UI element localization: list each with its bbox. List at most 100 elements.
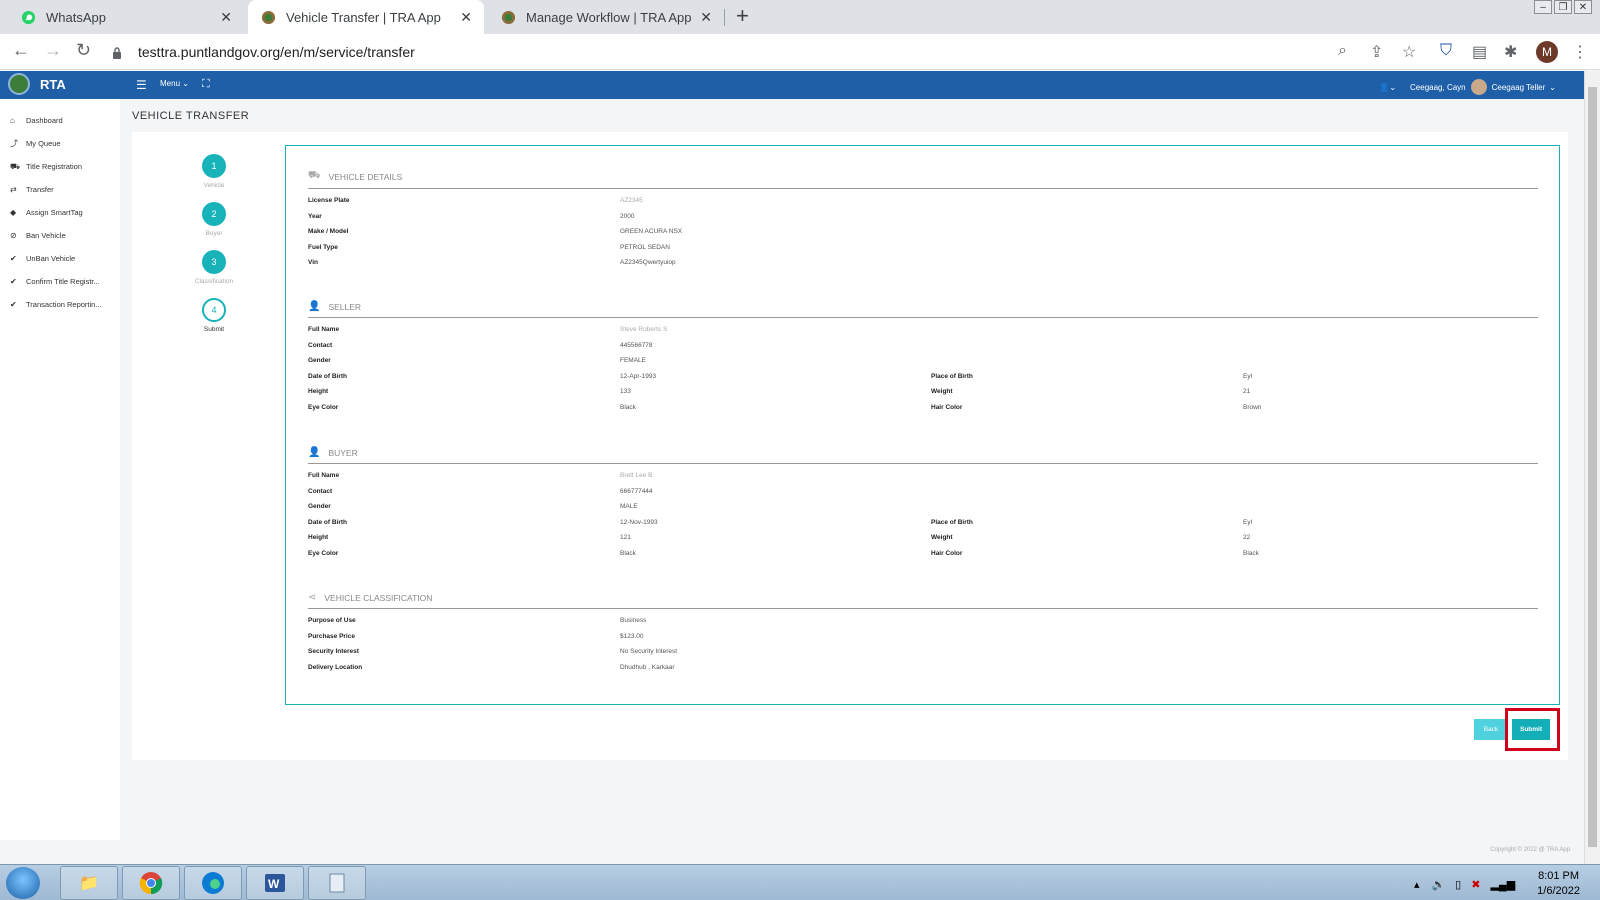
- step-label: Classification: [194, 278, 234, 285]
- detail-label: Height: [308, 534, 329, 541]
- scrollbar-thumb[interactable]: [1588, 87, 1597, 847]
- puzzle-extensions-icon[interactable]: ✱: [1504, 42, 1517, 62]
- battery-icon[interactable]: ▯: [1455, 878, 1461, 891]
- close-window-icon[interactable]: ✕: [1574, 0, 1592, 14]
- sidebar-item-label: Ban Vehicle: [26, 231, 66, 240]
- detail-label: Delivery Location: [308, 663, 363, 671]
- close-icon[interactable]: ✕: [220, 9, 232, 26]
- detail-row: Vin AZ2345Qwertyuiop: [308, 259, 1538, 275]
- step-buyer[interactable]: 2 Buyer: [184, 202, 244, 237]
- detail-label: Hair Color: [931, 549, 963, 557]
- volume-icon[interactable]: 🔊: [1431, 878, 1445, 891]
- scrollbar[interactable]: [1584, 71, 1600, 864]
- tab-title: Manage Workflow | TRA App: [526, 9, 692, 25]
- detail-value: Dhudhub , Karkaar: [620, 663, 675, 671]
- detail-value: Brown: [1243, 403, 1262, 411]
- network-error-icon[interactable]: ✖: [1471, 878, 1480, 891]
- sidebar-item-ban-vehicle[interactable]: ⊘ Ban Vehicle: [0, 224, 120, 247]
- tab-manage-workflow[interactable]: Manage Workflow | TRA App ✕: [488, 0, 724, 34]
- detail-row: Full Name Steve Roberts S: [308, 326, 1538, 342]
- detail-label: Place of Birth: [931, 518, 973, 526]
- restore-icon[interactable]: ❐: [1554, 0, 1572, 14]
- minimize-icon[interactable]: –: [1534, 0, 1552, 14]
- detail-row: Security Interest No Security Interest: [308, 648, 1538, 664]
- tab-whatsapp[interactable]: WhatsApp ✕: [8, 0, 244, 34]
- step-submit[interactable]: 4 Submit: [184, 298, 244, 333]
- detail-label: Weight: [931, 534, 953, 541]
- step-classification[interactable]: 3 Classification: [184, 250, 244, 285]
- forward-arrow-icon[interactable]: →: [44, 40, 62, 61]
- detail-label: Full Name: [308, 472, 340, 479]
- sidebar-item-label: My Queue: [26, 139, 61, 148]
- share-icon[interactable]: ⇪: [1370, 42, 1383, 62]
- detail-value: Black: [620, 403, 636, 411]
- detail-value: Eyl: [1243, 518, 1253, 526]
- sidebar-item-unban-vehicle[interactable]: ✔ UnBan Vehicle: [0, 247, 120, 270]
- sidebar-item-confirm-title[interactable]: ✔ Confirm Title Registr...: [0, 270, 120, 293]
- reload-icon[interactable]: ↻: [76, 40, 91, 61]
- detail-value: 2000: [620, 212, 635, 220]
- word-icon[interactable]: W: [246, 866, 304, 900]
- detail-label: Gender: [308, 503, 331, 510]
- step-vehicle[interactable]: 1 Vehicle: [184, 154, 244, 189]
- chevron-up-icon[interactable]: ▴: [1414, 878, 1420, 891]
- vehicle-classification-section: ⋖ VEHICLE CLASSIFICATION Purpose of Use B…: [308, 592, 1538, 679]
- kebab-menu-icon[interactable]: ⋮: [1572, 42, 1588, 62]
- detail-label: Contact: [308, 341, 333, 349]
- hamburger-icon[interactable]: ☰: [136, 78, 147, 92]
- detail-label: Height: [308, 388, 329, 395]
- brand[interactable]: RTA: [8, 73, 66, 95]
- signal-icon[interactable]: ▂▄▆: [1490, 878, 1515, 891]
- check-icon: ✔: [10, 254, 17, 263]
- detail-label: Make / Model: [308, 228, 349, 235]
- detail-value: Steve Roberts S: [620, 326, 668, 333]
- section-title: VEHICLE DETAILS: [328, 171, 403, 182]
- detail-label: Eye Color: [308, 549, 339, 557]
- review-panel: ⛟ VEHICLE DETAILS License Plate AZ2345 Ye…: [285, 145, 1560, 705]
- file-explorer-icon[interactable]: 📁: [60, 866, 118, 900]
- detail-value: 445566778: [620, 341, 653, 349]
- fullscreen-icon[interactable]: ⛶: [202, 78, 210, 91]
- avatar[interactable]: [1470, 79, 1487, 95]
- notepad-icon[interactable]: [308, 866, 366, 900]
- detail-row: Eye Color Black Hair Color Black: [308, 550, 1538, 566]
- sidebar-item-transaction-reporting[interactable]: ✔ Transaction Reportin...: [0, 293, 120, 316]
- close-icon[interactable]: ✕: [700, 9, 712, 26]
- tra-logo-icon: [260, 9, 276, 25]
- close-icon[interactable]: ✕: [460, 9, 472, 26]
- new-tab-icon[interactable]: +: [736, 5, 749, 27]
- user-icon[interactable]: 👤⌄: [1379, 83, 1396, 92]
- detail-value: 666777444: [620, 487, 653, 495]
- start-button-icon[interactable]: [6, 867, 40, 899]
- sidebar-item-my-queue[interactable]: ⤴ My Queue: [0, 132, 120, 155]
- profile-avatar[interactable]: M: [1536, 41, 1558, 63]
- bookmark-star-icon[interactable]: ☆: [1402, 42, 1416, 62]
- detail-label: Place of Birth: [931, 372, 973, 380]
- menu-dropdown[interactable]: Menu ⌄: [160, 79, 189, 88]
- detail-row: Delivery Location Dhudhub , Karkaar: [308, 664, 1538, 680]
- detail-label: Date of Birth: [308, 372, 347, 380]
- edge-icon[interactable]: [184, 866, 242, 900]
- url-text: testtra.puntlandgov.org/en/m/service/tra…: [138, 44, 415, 60]
- chevron-down-icon[interactable]: ⌄: [1549, 83, 1556, 92]
- address-bar[interactable]: testtra.puntlandgov.org/en/m/service/tra…: [112, 38, 1392, 66]
- chrome-icon[interactable]: [122, 866, 180, 900]
- step-number: 1: [202, 154, 226, 178]
- zoom-icon[interactable]: ⌕: [1338, 42, 1347, 60]
- user-short-name[interactable]: Ceegaag, Cayn: [1410, 83, 1466, 92]
- back-arrow-icon[interactable]: ←: [12, 40, 30, 61]
- copyright-text: Copyright © 2022 @ TRA App: [1490, 847, 1570, 853]
- tab-vehicle-transfer[interactable]: Vehicle Transfer | TRA App ✕: [248, 0, 484, 34]
- ban-icon: ⊘: [10, 231, 17, 240]
- clock[interactable]: 8:01 PM 1/6/2022: [1537, 869, 1580, 899]
- back-button[interactable]: Back: [1474, 719, 1508, 740]
- extension-shield-icon[interactable]: ⛉: [1440, 42, 1452, 60]
- transfer-icon: ⇄: [10, 185, 17, 194]
- sidebar-item-title-registration[interactable]: ⛟ Title Registration: [0, 155, 120, 178]
- clipboard-icon[interactable]: ▤: [1472, 42, 1487, 62]
- sidebar-item-dashboard[interactable]: ⌂ Dashboard: [0, 109, 120, 132]
- sidebar-item-transfer[interactable]: ⇄ Transfer: [0, 178, 120, 201]
- sidebar-item-assign-smarttag[interactable]: ◆ Assign SmartTag: [0, 201, 120, 224]
- user-area: 👤⌄ Ceegaag, Cayn Ceegaag Teller ⌄: [1379, 79, 1556, 95]
- user-role[interactable]: Ceegaag Teller: [1492, 83, 1546, 92]
